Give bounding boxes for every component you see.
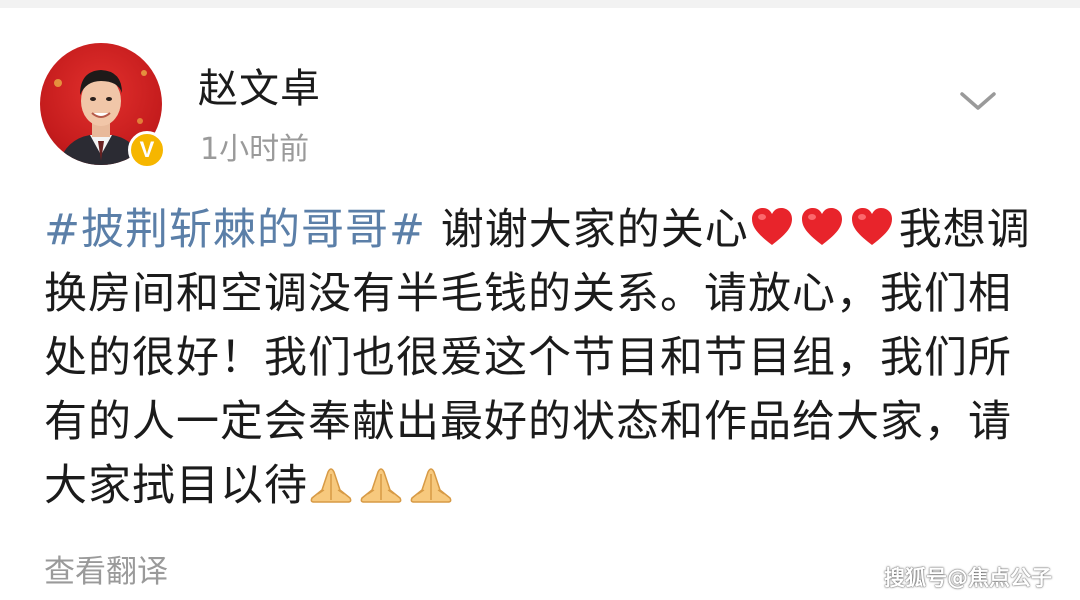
weibo-post: V 赵文卓 1小时前 #披荆斩棘的哥哥# 谢谢大家的关心 我想调换房间和空调没有半… (0, 0, 1080, 600)
hand-emoji (358, 460, 404, 506)
author-name[interactable]: 赵文卓 (198, 56, 321, 114)
chevron-down-icon[interactable] (958, 86, 998, 116)
translate-link[interactable]: 查看翻译 (44, 546, 168, 591)
avatar[interactable]: V (40, 43, 166, 169)
watermark: 搜狐号@焦点公子 (884, 566, 1052, 590)
hand-emoji (308, 460, 354, 506)
topic-link[interactable]: #披荆斩棘的哥哥# (44, 205, 426, 255)
hand-emoji-group (308, 461, 458, 511)
hand-emoji (408, 460, 454, 506)
heart-emoji (749, 204, 795, 250)
post-text-1: 谢谢大家的关心 (426, 205, 749, 255)
heart-emoji-group (749, 205, 899, 255)
heart-emoji (849, 204, 895, 250)
verified-badge: V (128, 131, 166, 169)
heart-emoji (799, 204, 845, 250)
post-content: #披荆斩棘的哥哥# 谢谢大家的关心 我想调换房间和空调没有半毛钱的关系。请放心，我… (44, 198, 1034, 518)
post-time: 1小时前 (200, 132, 310, 167)
